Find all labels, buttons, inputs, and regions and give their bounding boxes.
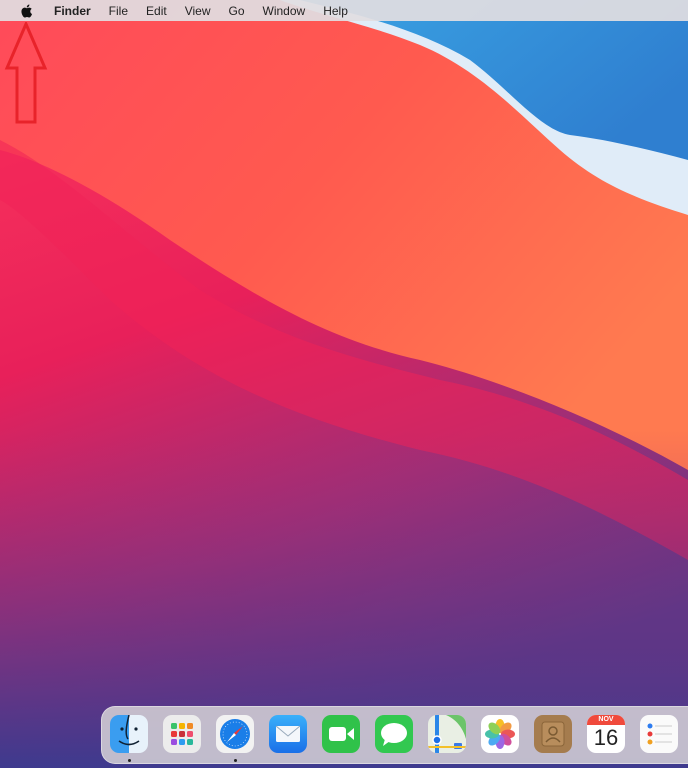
menu-edit[interactable]: Edit [137, 4, 176, 18]
safari-running-indicator [234, 759, 237, 762]
dock-calendar-icon[interactable]: NOV 16 [587, 715, 625, 753]
apple-menu[interactable] [0, 4, 45, 18]
dock-finder-icon[interactable] [110, 715, 148, 753]
apple-icon [21, 4, 33, 18]
dock-safari-icon[interactable] [216, 715, 254, 753]
menu-help[interactable]: Help [314, 4, 357, 18]
dock-reminders-icon[interactable] [640, 715, 678, 753]
desktop-wallpaper [0, 0, 688, 768]
dock-messages-icon[interactable] [375, 715, 413, 753]
finder-running-indicator [128, 759, 131, 762]
calendar-month: NOV [587, 715, 625, 725]
dock-launchpad-icon[interactable] [163, 715, 201, 753]
dock-maps-icon[interactable] [428, 715, 466, 753]
up-arrow-annotation-icon [4, 22, 48, 124]
menu-go[interactable]: Go [220, 4, 254, 18]
menu-file[interactable]: File [100, 4, 137, 18]
dock-facetime-icon[interactable] [322, 715, 360, 753]
dock-photos-icon[interactable] [481, 715, 519, 753]
menu-bar: Finder File Edit View Go Window Help [0, 0, 688, 21]
dock-mail-icon[interactable] [269, 715, 307, 753]
dock-contacts-icon[interactable] [534, 715, 572, 753]
menu-view[interactable]: View [176, 4, 220, 18]
dock: NOV 16 [101, 706, 688, 764]
menu-window[interactable]: Window [254, 4, 315, 18]
menu-finder[interactable]: Finder [45, 4, 100, 18]
calendar-day: 16 [593, 725, 619, 750]
